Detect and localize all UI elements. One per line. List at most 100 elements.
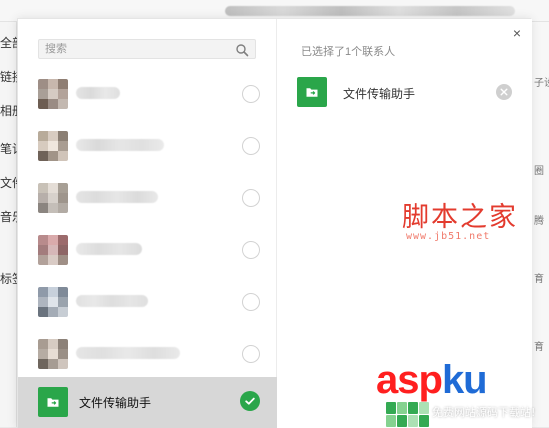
avatar-mosaic-cell [48,151,58,161]
avatar-mosaic-cell [48,287,58,297]
avatar-mosaic-cell [38,89,48,99]
avatar-mosaic-cell [48,307,58,317]
aspku-square [408,402,418,414]
avatar-mosaic-cell [38,255,48,265]
aspku-square [397,402,407,414]
remove-selected-contact-button[interactable] [496,84,512,100]
contact-row[interactable] [18,225,277,277]
avatar-mosaic-cell [58,255,68,265]
avatar-mosaic-cell [58,235,68,245]
avatar [38,131,68,161]
avatar-mosaic-cell [58,99,68,109]
avatar-mosaic [38,235,68,265]
aspku-watermark: aspku 免费网站源码下载站! [366,364,549,427]
sidebar-item-all[interactable]: 全部 [0,34,17,51]
jb51-watermark-url: www.jb51.net [402,231,547,242]
avatar-mosaic-cell [48,99,58,109]
avatar-mosaic-cell [48,203,58,213]
contact-row[interactable] [18,329,277,381]
blurred-topbar-text [225,6,515,16]
avatar-mosaic-cell [38,339,48,349]
avatar-mosaic-cell [58,349,68,359]
close-button[interactable]: × [510,26,524,40]
avatar-mosaic-cell [48,79,58,89]
checked-radio[interactable] [240,391,260,411]
contact-name [76,139,164,151]
contact-name [76,347,180,359]
avatar-mosaic-cell [48,359,58,369]
selected-contact-name: 文件传输助手 [343,85,415,102]
avatar-mosaic-cell [38,235,48,245]
right-column-item: 子设 [534,74,549,89]
avatar-mosaic-cell [58,141,68,151]
search-icon[interactable] [235,43,249,57]
aspku-squares [386,402,426,427]
select-radio[interactable] [242,85,260,103]
right-column-item: 育 [534,270,549,285]
select-radio[interactable] [242,293,260,311]
contact-row-selected[interactable]: 文件传输助手 [18,377,277,428]
contact-row[interactable] [18,173,277,225]
avatar-mosaic-cell [38,183,48,193]
selected-contact-item: 文件传输助手 [297,77,512,111]
avatar-mosaic [38,79,68,109]
sidebar-item-tags[interactable]: 标签 [0,270,17,287]
contact-picker-panel: 文件传输助手 [18,19,277,428]
avatar-mosaic-cell [38,307,48,317]
avatar-mosaic-cell [48,141,58,151]
contact-list: 文件传输助手 [18,69,277,428]
right-column-item: 育 [534,338,549,353]
contact-name: 文件传输助手 [79,394,151,411]
sidebar-item-music[interactable]: 音乐 [0,208,17,225]
contact-row[interactable] [18,277,277,329]
avatar-mosaic [38,339,68,369]
search-input[interactable] [45,43,235,55]
avatar [38,79,68,109]
contact-row[interactable] [18,121,277,173]
avatar-mosaic-cell [38,131,48,141]
avatar-mosaic-cell [58,183,68,193]
left-sidebar: 全部 链接 相册 笔记 文件 音乐 标签 [0,22,17,427]
select-radio[interactable] [242,189,260,207]
avatar-mosaic-cell [38,245,48,255]
avatar-mosaic-cell [38,151,48,161]
avatar-mosaic [38,183,68,213]
folder-transfer-icon [38,387,68,417]
contact-name [76,87,120,99]
sidebar-item-files[interactable]: 文件 [0,174,17,191]
avatar-mosaic-cell [38,141,48,151]
contact-name [76,295,148,307]
select-radio[interactable] [242,345,260,363]
avatar [38,183,68,213]
avatar-mosaic-cell [58,89,68,99]
avatar-mosaic-cell [38,79,48,89]
sidebar-item-albums[interactable]: 相册 [0,102,17,119]
select-radio[interactable] [242,137,260,155]
aspku-square [419,402,429,414]
aspku-tagline: 免费网站源码下载站! [432,404,535,420]
aspku-square [386,415,396,427]
avatar-mosaic-cell [58,287,68,297]
aspku-logo: aspku [376,360,487,400]
avatar-mosaic-cell [48,245,58,255]
avatar-mosaic-cell [58,245,68,255]
avatar-mosaic-cell [58,151,68,161]
aspku-square [419,415,429,427]
right-column-item: 圈 [534,162,549,177]
check-icon [244,395,256,407]
avatar-mosaic-cell [38,297,48,307]
avatar-mosaic-cell [48,235,58,245]
avatar-mosaic-cell [38,99,48,109]
avatar-mosaic-cell [38,203,48,213]
avatar-mosaic-cell [48,183,58,193]
contact-name [76,191,158,203]
avatar-mosaic-cell [38,193,48,203]
select-radio[interactable] [242,241,260,259]
aspku-square [408,415,418,427]
sidebar-item-notes[interactable]: 笔记 [0,140,17,157]
avatar-mosaic-cell [48,349,58,359]
contact-row[interactable] [18,69,277,121]
avatar-mosaic-cell [58,79,68,89]
sidebar-item-links[interactable]: 链接 [0,68,17,85]
close-icon [499,87,509,97]
